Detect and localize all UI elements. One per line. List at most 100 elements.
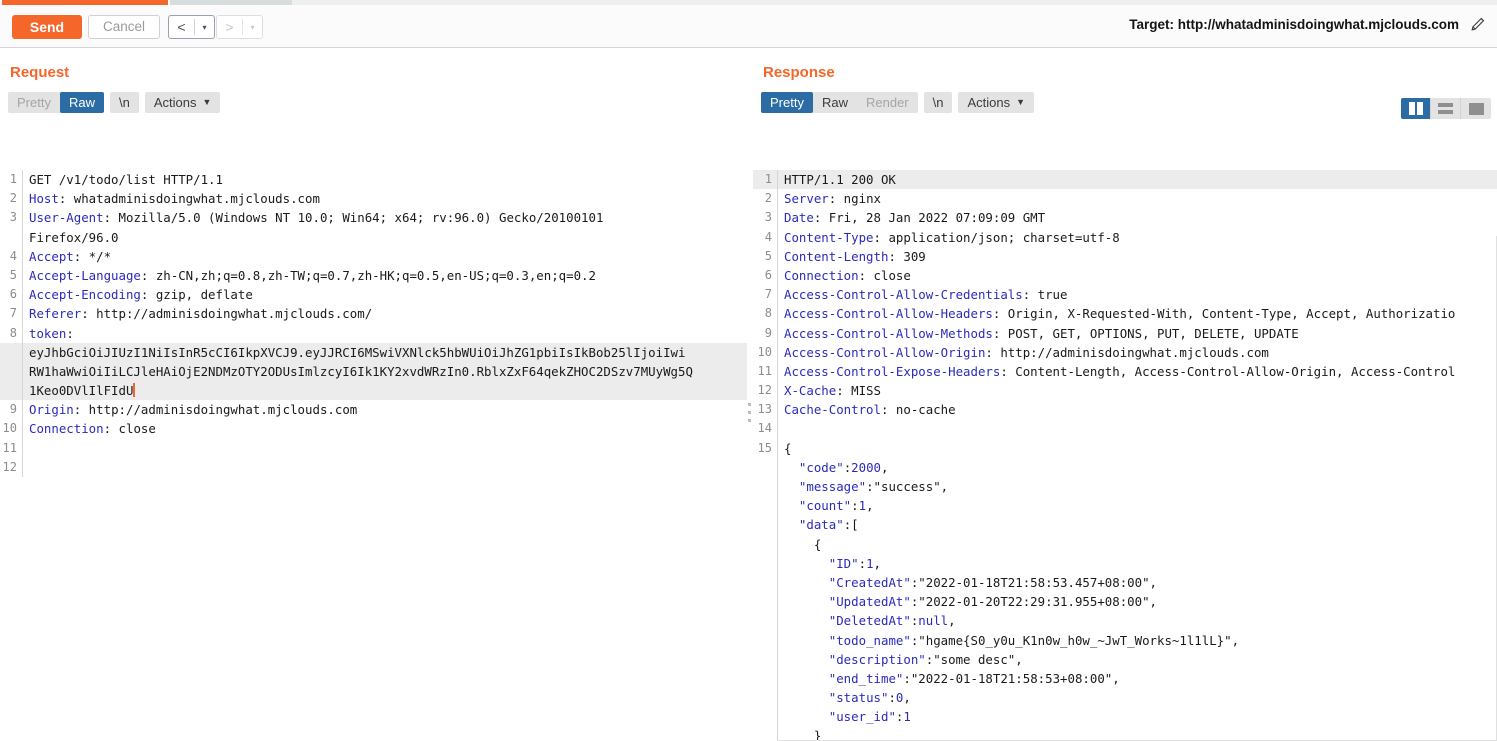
- code-line[interactable]: 10 Access-Control-Allow-Origin: http://ad…: [753, 342, 1497, 362]
- gutter-divider: [777, 208, 778, 228]
- cancel-button[interactable]: Cancel: [88, 15, 160, 39]
- code-line[interactable]: "status":0,: [753, 688, 1497, 708]
- response-editor[interactable]: 1 HTTP/1.1 200 OK 2 Server: nginx 3 Date: Fri…: [753, 118, 1497, 741]
- code-token: "message": [798, 479, 867, 494]
- request-editor[interactable]: 1 GET /v1/todo/list HTTP/1.1 2 Host: whatad…: [0, 118, 747, 741]
- code-line[interactable]: 5 Content-Length: 309: [753, 246, 1497, 266]
- code-line[interactable]: 1 GET /v1/todo/list HTTP/1.1: [0, 170, 747, 190]
- response-actions-button[interactable]: Actions ▼: [958, 92, 1035, 113]
- code-line[interactable]: 14: [753, 419, 1497, 439]
- tab-response-raw[interactable]: Raw: [813, 92, 857, 113]
- code-line[interactable]: 2 Host: whatadminisdoingwhat.mjclouds.com: [0, 189, 747, 209]
- code-line[interactable]: 6 Accept-Encoding: gzip, deflate: [0, 285, 747, 305]
- code-line[interactable]: 4 Content-Type: application/json; charset…: [753, 227, 1497, 247]
- code-line[interactable]: 7 Referer: http://adminisdoingwhat.mjclou…: [0, 304, 747, 324]
- chevron-down-icon[interactable]: ▾: [195, 16, 214, 38]
- code-line[interactable]: 15 {: [753, 438, 1497, 458]
- code-line[interactable]: "ID":1,: [753, 553, 1497, 573]
- code-line[interactable]: "description":"some desc",: [753, 649, 1497, 669]
- code-line[interactable]: 11 Access-Control-Expose-Headers: Content…: [753, 361, 1497, 382]
- history-forward-group[interactable]: > ▾: [216, 15, 263, 39]
- line-number: [753, 707, 777, 726]
- code-token: Accept: [29, 248, 74, 264]
- code-line-text: "DeletedAt":null,: [784, 611, 1497, 630]
- code-line[interactable]: 13 Cache-Control: no-cache: [753, 400, 1497, 420]
- line-number: [0, 228, 22, 247]
- repeater-tab-strip[interactable]: [0, 0, 1497, 7]
- layout-toggle-group[interactable]: [1401, 98, 1491, 119]
- code-line[interactable]: "todo_name":"hgame{S0_y0u_K1n0w_h0w_~JwT…: [753, 630, 1497, 650]
- tab-request-raw[interactable]: Raw: [59, 92, 104, 113]
- code-line[interactable]: }: [753, 726, 1497, 741]
- history-forward-icon[interactable]: >: [217, 16, 242, 38]
- code-line[interactable]: eyJhbGciOiJIUzI1NiIsInR5cCI6IkpXVCJ9.eyJ…: [0, 342, 747, 362]
- code-line[interactable]: 6 Connection: close: [753, 265, 1497, 286]
- code-token: "count": [798, 498, 852, 514]
- code-line[interactable]: "count":1,: [753, 496, 1497, 516]
- code-line[interactable]: 9 Access-Control-Allow-Methods: POST, GET…: [753, 323, 1497, 343]
- code-line[interactable]: 8 Access-Control-Allow-Headers: Origin, X…: [753, 304, 1497, 324]
- line-number: [0, 381, 22, 401]
- line-number: [753, 535, 777, 554]
- layout-split-horizontal-button[interactable]: [1431, 98, 1461, 119]
- pencil-icon[interactable]: [1469, 15, 1487, 33]
- code-line[interactable]: 11: [0, 438, 747, 458]
- code-line[interactable]: 12 X-Cache: MISS: [753, 381, 1497, 401]
- code-line-text: Content-Length: 309: [784, 247, 1497, 266]
- code-line[interactable]: "message":"success",: [753, 477, 1497, 497]
- request-actions-label: Actions: [153, 95, 197, 110]
- code-line-text: {: [784, 535, 1497, 554]
- code-line[interactable]: "CreatedAt":"2022-01-18T21:58:53.457+08:…: [753, 572, 1497, 593]
- repeater-tab-active[interactable]: [2, 0, 168, 5]
- tab-response-render[interactable]: Render: [857, 92, 918, 113]
- code-line[interactable]: 1Keo0DVlIlFIdU: [0, 381, 747, 401]
- code-line[interactable]: "data":[: [753, 515, 1497, 535]
- code-line[interactable]: "code":2000,: [753, 457, 1497, 477]
- code-line[interactable]: "DeletedAt":null,: [753, 611, 1497, 631]
- history-back-icon[interactable]: <: [169, 16, 194, 38]
- request-code-area[interactable]: 1 GET /v1/todo/list HTTP/1.1 2 Host: whatad…: [0, 170, 747, 741]
- splitter-drag-handle[interactable]: [748, 403, 752, 427]
- request-newline-toggle[interactable]: \n: [109, 92, 139, 113]
- chevron-down-icon[interactable]: ▾: [243, 16, 262, 38]
- code-line[interactable]: 4 Accept: */*: [0, 246, 747, 266]
- code-line[interactable]: 7 Access-Control-Allow-Credentials: true: [753, 285, 1497, 305]
- code-line-text: Access-Control-Allow-Headers: Origin, X-…: [784, 304, 1497, 323]
- code-line[interactable]: 8 token:: [0, 323, 747, 343]
- chevron-down-icon: ▼: [1016, 97, 1026, 107]
- code-token: Origin: [29, 402, 74, 418]
- code-line[interactable]: Firefox/96.0: [0, 227, 747, 247]
- target-label: Target: http://whatadminisdoingwhat.mjcl…: [1129, 16, 1459, 32]
- code-line[interactable]: 1 HTTP/1.1 200 OK: [753, 170, 1497, 190]
- code-line[interactable]: 3 Date: Fri, 28 Jan 2022 07:09:09 GMT: [753, 208, 1497, 228]
- request-actions-button[interactable]: Actions ▼: [144, 92, 221, 113]
- code-line[interactable]: 3 User-Agent: Mozilla/5.0 (Windows NT 10.…: [0, 208, 747, 228]
- repeater-tab-idle[interactable]: [170, 0, 292, 5]
- code-line[interactable]: 10 Connection: close: [0, 419, 747, 439]
- code-line[interactable]: {: [753, 534, 1497, 554]
- response-code-area[interactable]: 1 HTTP/1.1 200 OK 2 Server: nginx 3 Date: Fri…: [753, 170, 1497, 741]
- code-token: Server: [784, 191, 829, 207]
- code-line[interactable]: 5 Accept-Language: zh-CN,zh;q=0.8,zh-TW;q…: [0, 265, 747, 286]
- code-line[interactable]: 9 Origin: http://adminisdoingwhat.mjcloud…: [0, 400, 747, 420]
- response-newline-toggle[interactable]: \n: [923, 92, 953, 113]
- send-button[interactable]: Send: [12, 15, 82, 39]
- history-back-group[interactable]: < ▾: [168, 15, 215, 39]
- code-line[interactable]: 2 Server: nginx: [753, 189, 1497, 209]
- code-line[interactable]: "user_id":1: [753, 707, 1497, 727]
- request-title: Request: [10, 64, 70, 81]
- layout-single-pane-button[interactable]: [1461, 98, 1491, 119]
- request-view-mode-group[interactable]: Pretty Raw: [8, 92, 104, 113]
- code-token: :"2022-01-18T21:58:53.457+08:00",: [910, 574, 1158, 590]
- tab-response-pretty[interactable]: Pretty: [761, 92, 813, 113]
- tab-request-pretty[interactable]: Pretty: [8, 92, 60, 113]
- line-number: 6: [764, 267, 772, 282]
- layout-split-vertical-button[interactable]: [1401, 98, 1431, 119]
- code-line[interactable]: RW1haWwiOiIiLCJleHAiOjE2NDMzOTY2ODUsImlz…: [0, 361, 747, 382]
- code-line[interactable]: "UpdatedAt":"2022-01-20T22:29:31.955+08:…: [753, 592, 1497, 612]
- code-token: "ID": [828, 555, 859, 571]
- code-line[interactable]: "end_time":"2022-01-18T21:58:53+08:00",: [753, 668, 1497, 689]
- response-panel: Response Pretty Raw Render \n Actions ▼ …: [753, 48, 1497, 741]
- code-line[interactable]: 12: [0, 457, 747, 477]
- response-view-mode-group[interactable]: Pretty Raw Render: [761, 92, 918, 113]
